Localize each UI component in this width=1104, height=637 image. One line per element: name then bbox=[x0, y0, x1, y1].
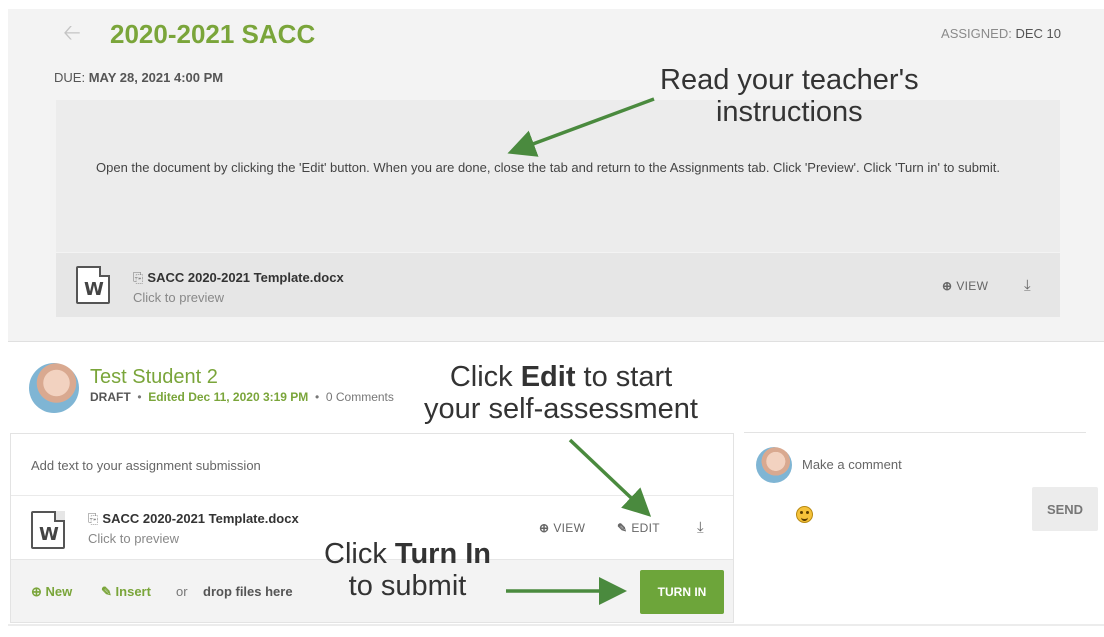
student-avatar bbox=[29, 363, 79, 413]
due-date: DUE: MAY 28, 2021 4:00 PM bbox=[54, 70, 223, 85]
annotation-read-instructions: Read your teacher's instructions bbox=[660, 64, 919, 128]
assigned-value: DEC 10 bbox=[1015, 26, 1061, 41]
view-label: VIEW bbox=[956, 279, 989, 293]
comments-count[interactable]: 0 Comments bbox=[326, 390, 394, 404]
zoom-icon: ⊕ bbox=[539, 521, 550, 535]
annotation-turnin-line2: to submit bbox=[348, 570, 467, 602]
assignment-attachment[interactable]: W ⎘ SACC 2020-2021 Template.docx Click to… bbox=[56, 253, 1060, 317]
bottom-rule bbox=[8, 624, 1104, 626]
insert-label: Insert bbox=[115, 584, 151, 599]
edited-timestamp: Edited Dec 11, 2020 3:19 PM bbox=[148, 390, 309, 404]
edit-icon: ✎ bbox=[617, 521, 628, 535]
download-icon[interactable]: ⤓ bbox=[1024, 277, 1031, 294]
page: 🡠 2020-2021 SACC ASSIGNED: DEC 10 DUE: M… bbox=[0, 0, 1104, 637]
attachment-name-text: SACC 2020-2021 Template.docx bbox=[147, 270, 344, 285]
annotation-click-edit: Click Edit to start your self-assessment bbox=[424, 361, 698, 425]
plus-circle-icon: ⊕ bbox=[31, 584, 42, 599]
annotation-edit-line2: your self-assessment bbox=[424, 393, 698, 425]
annotation-read-line2: instructions bbox=[715, 96, 863, 128]
zoom-icon: ⊕ bbox=[942, 279, 953, 293]
turn-in-button[interactable]: TURN IN bbox=[640, 570, 724, 614]
word-doc-icon: W bbox=[31, 511, 65, 549]
attachment-name[interactable]: ⎘ SACC 2020-2021 Template.docx bbox=[133, 270, 344, 286]
copy-icon: ⎘ bbox=[133, 270, 144, 285]
submission-divider bbox=[11, 495, 733, 496]
send-button[interactable]: SEND bbox=[1032, 487, 1098, 531]
new-label: New bbox=[45, 584, 73, 599]
commenter-avatar bbox=[756, 447, 792, 483]
annotation-click-turnin: Click Turn In to submit bbox=[324, 538, 491, 602]
copy-icon: ⎘ bbox=[88, 511, 99, 526]
due-value: MAY 28, 2021 4:00 PM bbox=[88, 70, 224, 85]
section-divider bbox=[8, 341, 1104, 342]
assignment-title: 2020-2021 SACC bbox=[110, 19, 316, 49]
submission-view-label: VIEW bbox=[553, 521, 586, 535]
attachment-preview-link[interactable]: Click to preview bbox=[133, 290, 224, 305]
word-doc-icon: W bbox=[76, 266, 110, 304]
or-text: or bbox=[176, 584, 188, 599]
assigned-date: ASSIGNED: DEC 10 bbox=[941, 26, 1061, 41]
instructions-text: Open the document by clicking the 'Edit'… bbox=[96, 160, 1000, 175]
submission-status: DRAFT • Edited Dec 11, 2020 3:19 PM • 0 … bbox=[90, 390, 394, 404]
view-button[interactable]: ⊕ VIEW bbox=[942, 279, 988, 293]
submission-preview-link[interactable]: Click to preview bbox=[88, 531, 179, 546]
back-arrow-icon[interactable]: 🡠 bbox=[63, 23, 81, 45]
submission-view-button[interactable]: ⊕ VIEW bbox=[539, 521, 585, 535]
edit-button[interactable]: ✎ EDIT bbox=[617, 521, 660, 535]
assigned-label: ASSIGNED: bbox=[941, 26, 1012, 41]
submission-attachment-name-text: SACC 2020-2021 Template.docx bbox=[102, 511, 299, 526]
submission-text-input[interactable]: Add text to your assignment submission bbox=[31, 458, 261, 473]
annotation-read-line1: Read your teacher's bbox=[660, 64, 919, 96]
drop-files-text: drop files here bbox=[203, 584, 293, 599]
student-name[interactable]: Test Student 2 bbox=[90, 366, 218, 389]
submission-attachment-name[interactable]: ⎘ SACC 2020-2021 Template.docx bbox=[88, 511, 299, 527]
edit-label: EDIT bbox=[631, 521, 660, 535]
smiley-icon[interactable] bbox=[796, 506, 813, 523]
comment-divider bbox=[744, 432, 1086, 433]
comment-input[interactable]: Make a comment bbox=[802, 457, 902, 472]
new-button[interactable]: ⊕ New bbox=[31, 584, 72, 600]
annotation-turnin-line1: Click Turn In bbox=[324, 538, 491, 570]
status-badge: DRAFT bbox=[90, 390, 131, 404]
due-label: DUE: bbox=[54, 70, 86, 85]
annotation-edit-line1: Click Edit to start bbox=[449, 361, 673, 393]
paperclip-icon: ✎ bbox=[101, 584, 112, 599]
download-icon[interactable]: ⤓ bbox=[697, 519, 704, 536]
insert-button[interactable]: ✎ Insert bbox=[101, 584, 151, 600]
